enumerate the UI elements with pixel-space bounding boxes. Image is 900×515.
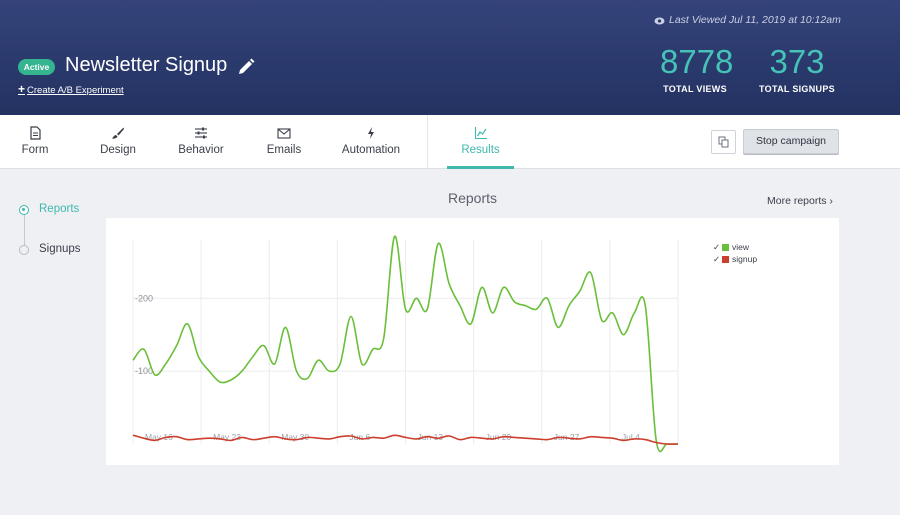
envelope-icon — [277, 128, 291, 139]
tab-behavior-label: Behavior — [178, 144, 224, 156]
lightning-icon — [368, 127, 374, 139]
tab-results[interactable]: Results — [447, 115, 514, 169]
plus-icon: + — [18, 82, 26, 96]
tab-form[interactable]: Form — [10, 115, 60, 169]
tab-design[interactable]: Design — [93, 115, 143, 169]
total-views-stat: 8778 TOTAL VIEWS — [660, 43, 734, 95]
legend-swatch-view — [722, 243, 729, 251]
total-signups-label: TOTAL SIGNUPS — [759, 84, 835, 94]
legend-item-signup[interactable]: ✓ signup — [713, 253, 757, 265]
tab-form-label: Form — [21, 144, 49, 156]
brush-icon — [112, 127, 124, 139]
y-tick-label: -200 — [135, 293, 153, 303]
legend-label-view: view — [732, 242, 750, 252]
checkmark-icon: ✓ — [713, 242, 721, 252]
pencil-icon[interactable] — [237, 58, 255, 76]
radio-dot-icon — [19, 245, 29, 255]
legend-item-view[interactable]: ✓ view — [713, 241, 757, 253]
copy-icon — [718, 136, 729, 148]
legend-swatch-signup — [722, 255, 729, 263]
active-tab-indicator — [447, 166, 514, 169]
last-viewed-info: Last Viewed Jul 11, 2019 at 10:12am — [654, 14, 841, 26]
total-views-label: TOTAL VIEWS — [663, 84, 727, 94]
tab-design-label: Design — [100, 144, 136, 156]
chart-legend: ✓ view ✓ signup — [713, 241, 757, 265]
status-badge: Active — [18, 59, 55, 75]
eye-icon — [654, 17, 665, 25]
create-ab-label: Create A/B Experiment — [27, 85, 124, 96]
checkmark-icon: ✓ — [713, 254, 721, 264]
create-ab-experiment-link[interactable]: + Create A/B Experiment — [18, 82, 124, 96]
left-nav-signups-label: Signups — [39, 243, 81, 255]
tab-divider — [427, 115, 428, 169]
legend-label-signup: signup — [732, 254, 758, 264]
tab-automation-label: Automation — [341, 144, 401, 156]
tab-automation[interactable]: Automation — [336, 115, 406, 169]
tab-results-label: Results — [461, 144, 500, 156]
stop-campaign-button[interactable]: Stop campaign — [743, 129, 839, 154]
left-nav-reports-label: Reports — [39, 203, 80, 215]
page-title: Newsletter Signup — [65, 54, 228, 76]
more-reports-link[interactable]: More reports › — [767, 195, 833, 207]
tab-emails[interactable]: Emails — [259, 115, 309, 169]
last-viewed-text: Last Viewed Jul 11, 2019 at 10:12am — [669, 14, 841, 26]
tab-behavior[interactable]: Behavior — [172, 115, 230, 169]
reports-heading: Reports — [447, 190, 498, 206]
form-icon — [30, 126, 41, 140]
total-views-value: 8778 — [660, 43, 734, 80]
line-chart-icon — [474, 127, 487, 140]
copy-campaign-button[interactable] — [711, 130, 736, 154]
sliders-icon — [195, 127, 207, 139]
campaign-header: Active Newsletter Signup + Create A/B Exp… — [0, 0, 900, 115]
tab-emails-label: Emails — [266, 144, 302, 156]
radio-dot-icon — [19, 205, 29, 215]
total-signups-stat: 373 TOTAL SIGNUPS — [758, 43, 836, 95]
y-tick-label: -100 — [135, 366, 153, 376]
total-signups-value: 373 — [769, 43, 825, 80]
